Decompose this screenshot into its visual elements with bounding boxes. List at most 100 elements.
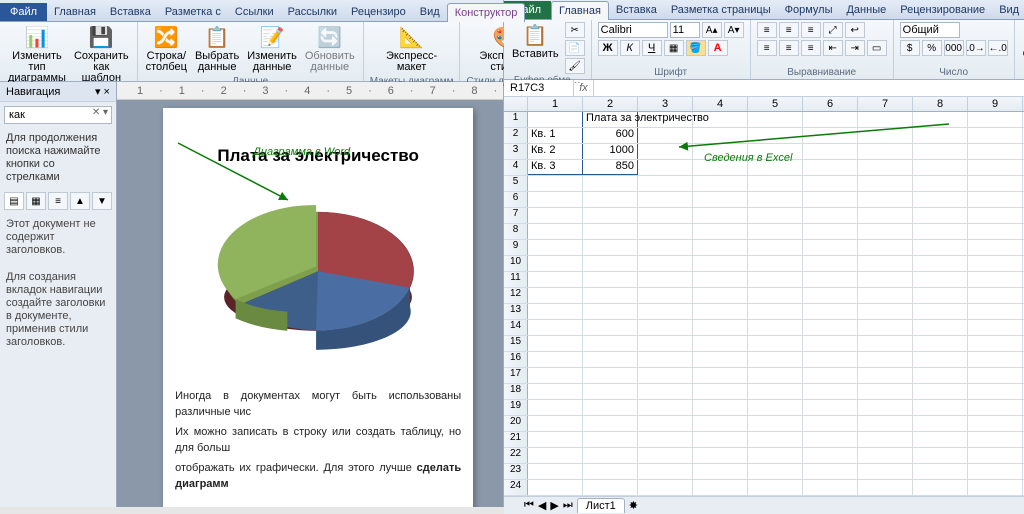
cell[interactable]: [693, 224, 748, 239]
cell[interactable]: [858, 336, 913, 351]
tab-mailings[interactable]: Рассылки: [281, 3, 344, 21]
cell[interactable]: [748, 400, 803, 415]
cell[interactable]: [638, 256, 693, 271]
cell[interactable]: [968, 176, 1023, 191]
excel-tab-insert[interactable]: Вставка: [609, 1, 664, 19]
cell[interactable]: [583, 352, 638, 367]
cell[interactable]: [583, 384, 638, 399]
cell[interactable]: [583, 320, 638, 335]
cell[interactable]: [583, 368, 638, 383]
cut-icon[interactable]: ✂: [565, 22, 585, 38]
cell[interactable]: [638, 368, 693, 383]
cell[interactable]: [528, 432, 583, 447]
cell[interactable]: 600: [583, 128, 638, 143]
cell[interactable]: [858, 400, 913, 415]
italic-icon[interactable]: К: [620, 40, 640, 56]
cell[interactable]: [638, 240, 693, 255]
copy-icon[interactable]: 📄: [565, 40, 585, 56]
cell[interactable]: [858, 224, 913, 239]
excel-tab-review[interactable]: Рецензирование: [893, 1, 992, 19]
cell[interactable]: [693, 336, 748, 351]
cell[interactable]: [803, 368, 858, 383]
cell[interactable]: [748, 256, 803, 271]
cell[interactable]: [748, 480, 803, 495]
tab-page-layout[interactable]: Разметка с: [158, 3, 228, 21]
cell[interactable]: [528, 336, 583, 351]
cell[interactable]: [638, 288, 693, 303]
cell[interactable]: [968, 192, 1023, 207]
cell[interactable]: [803, 448, 858, 463]
tab-review[interactable]: Рецензиро: [344, 3, 413, 21]
change-chart-type-button[interactable]: 📊Изменить тип диаграммы: [6, 24, 68, 86]
row-header[interactable]: 21: [504, 432, 528, 447]
cell[interactable]: [968, 208, 1023, 223]
cell[interactable]: [913, 352, 968, 367]
tab-view[interactable]: Вид: [413, 3, 447, 21]
increase-decimal-icon[interactable]: .0→: [966, 40, 986, 56]
cell[interactable]: [528, 272, 583, 287]
cell[interactable]: [968, 304, 1023, 319]
cell[interactable]: [528, 448, 583, 463]
cell[interactable]: [748, 224, 803, 239]
cell[interactable]: [638, 384, 693, 399]
cell[interactable]: [638, 464, 693, 479]
cell[interactable]: [693, 240, 748, 255]
cell[interactable]: [913, 304, 968, 319]
excel-tab-home[interactable]: Главная: [551, 1, 609, 20]
cell[interactable]: [528, 176, 583, 191]
bold-icon[interactable]: Ж: [598, 40, 618, 56]
cell[interactable]: [583, 400, 638, 415]
nav-prev-icon[interactable]: ▲: [70, 192, 90, 210]
cell[interactable]: [528, 416, 583, 431]
cell[interactable]: [638, 480, 693, 495]
cell[interactable]: [583, 480, 638, 495]
cell[interactable]: [968, 240, 1023, 255]
orientation-icon[interactable]: ⤢: [823, 22, 843, 38]
cell[interactable]: [913, 192, 968, 207]
cell[interactable]: [968, 128, 1023, 143]
cell[interactable]: [913, 416, 968, 431]
cell[interactable]: [913, 256, 968, 271]
cell[interactable]: [583, 176, 638, 191]
cell[interactable]: [748, 240, 803, 255]
fill-color-icon[interactable]: 🪣: [686, 40, 706, 56]
decrease-indent-icon[interactable]: ⇤: [823, 40, 843, 56]
cell[interactable]: [528, 112, 583, 127]
cell[interactable]: [858, 448, 913, 463]
align-top-icon[interactable]: ≡: [757, 22, 777, 38]
cell[interactable]: [858, 208, 913, 223]
nav-tab-pages[interactable]: ▦: [26, 192, 46, 210]
number-format-select[interactable]: [900, 22, 960, 38]
excel-tab-data[interactable]: Данные: [839, 1, 893, 19]
percent-icon[interactable]: %: [922, 40, 942, 56]
excel-tab-page-layout[interactable]: Разметка страницы: [664, 1, 778, 19]
cell[interactable]: [968, 256, 1023, 271]
cell[interactable]: [693, 192, 748, 207]
cell[interactable]: [913, 208, 968, 223]
cell[interactable]: [583, 448, 638, 463]
currency-icon[interactable]: $: [900, 40, 920, 56]
row-header[interactable]: 2: [504, 128, 528, 143]
refresh-data-button[interactable]: 🔄Обновить данные: [303, 24, 357, 75]
nav-next-icon[interactable]: ▼: [92, 192, 112, 210]
cell[interactable]: [638, 224, 693, 239]
formula-bar[interactable]: [594, 80, 1024, 96]
cell[interactable]: [748, 384, 803, 399]
new-sheet-icon[interactable]: ✸: [629, 499, 638, 512]
cell[interactable]: [693, 368, 748, 383]
align-bottom-icon[interactable]: ≡: [801, 22, 821, 38]
cell[interactable]: [693, 400, 748, 415]
cell[interactable]: [858, 464, 913, 479]
cell[interactable]: [858, 176, 913, 191]
decrease-decimal-icon[interactable]: ←.0: [988, 40, 1008, 56]
cell[interactable]: [583, 432, 638, 447]
quick-layout-button[interactable]: 📐Экспресс-макет: [370, 24, 454, 75]
font-name-select[interactable]: [598, 22, 668, 38]
pie-chart[interactable]: [203, 178, 433, 378]
row-header[interactable]: 23: [504, 464, 528, 479]
cell[interactable]: [693, 384, 748, 399]
align-center-icon[interactable]: ≡: [779, 40, 799, 56]
row-header[interactable]: 9: [504, 240, 528, 255]
cell[interactable]: [968, 272, 1023, 287]
cell[interactable]: [638, 448, 693, 463]
